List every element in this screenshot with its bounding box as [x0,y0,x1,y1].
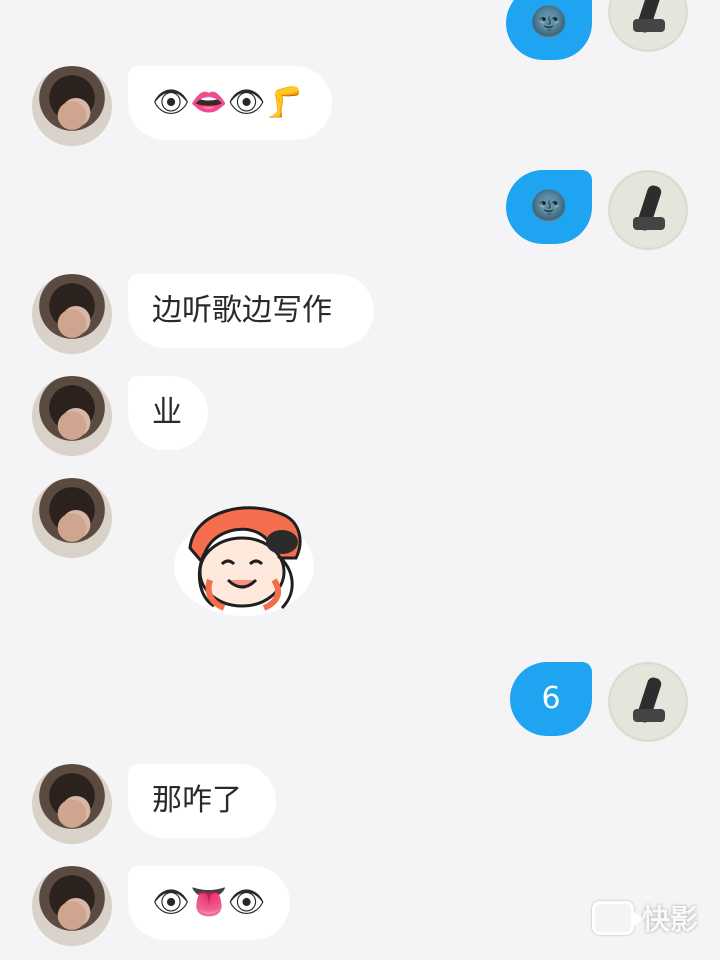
chat-thread: 🌚 👁👄👁🦵 🌚 边听歌边写作 业 6 那咋了 👁👅👁 [0,0,720,960]
message-bubble[interactable]: 👁👄👁🦵 [128,66,332,140]
avatar[interactable] [608,170,688,250]
avatar[interactable] [32,866,112,946]
avatar[interactable] [32,66,112,146]
cartoon-girl-sticker[interactable] [168,500,320,620]
avatar[interactable] [32,376,112,456]
kuaiying-watermark: 快影 [591,898,698,938]
message-text: 业 [152,395,182,430]
message-bubble[interactable]: 那咋了 [128,764,276,838]
avatar[interactable] [32,274,112,354]
message-bubble[interactable]: 6 [510,662,592,736]
message-bubble[interactable]: 业 [128,376,208,450]
message-text: 那咋了 [152,783,242,818]
message-bubble[interactable]: 👁👅👁 [128,866,290,940]
avatar[interactable] [608,662,688,742]
avatar[interactable] [608,0,688,52]
video-camera-icon [591,901,643,935]
avatar[interactable] [32,478,112,558]
message-text: 边听歌边写作 [152,293,332,328]
message-text: 6 [541,681,561,716]
message-text: 🌚 [530,5,568,40]
message-bubble[interactable]: 边听歌边写作 [128,274,374,348]
message-text: 👁👅👁 [152,885,266,920]
message-bubble[interactable]: 🌚 [506,170,592,244]
watermark-text: 快影 [641,903,698,936]
message-text: 🌚 [530,189,568,224]
message-text: 👁👄👁🦵 [152,85,303,120]
avatar[interactable] [32,764,112,844]
message-bubble[interactable]: 🌚 [506,0,592,60]
